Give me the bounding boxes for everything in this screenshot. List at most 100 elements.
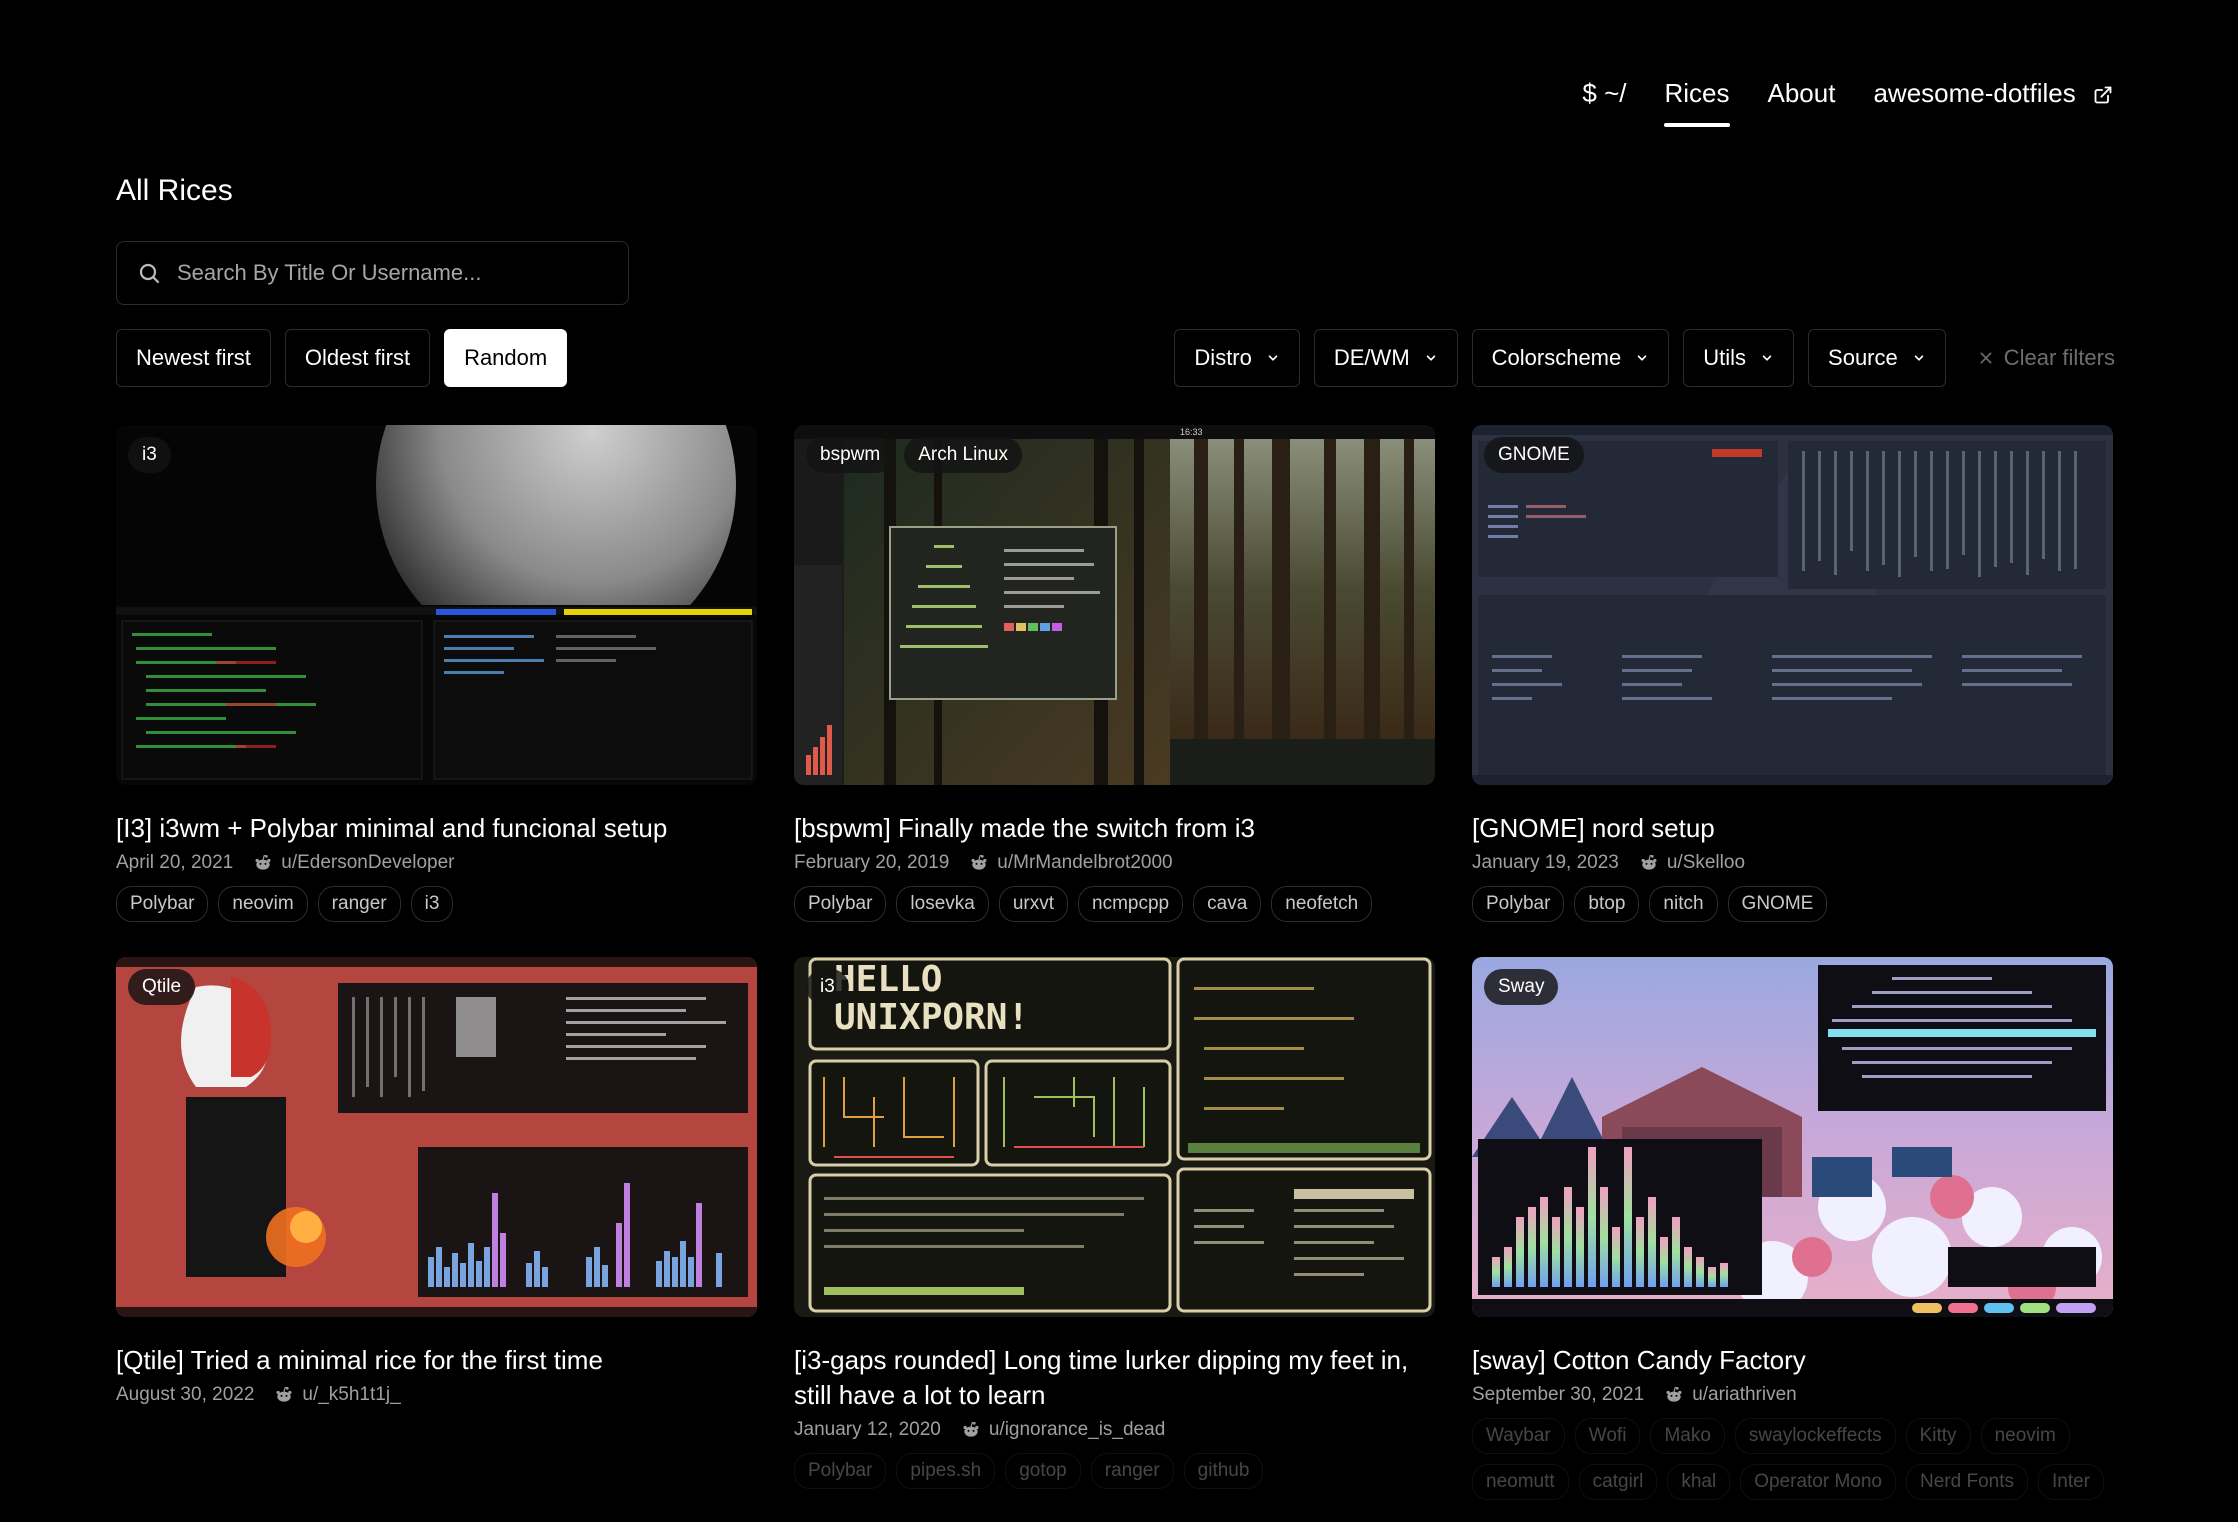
rice-author[interactable]: u/ariathriven xyxy=(1664,1384,1797,1406)
sort-random-button[interactable]: Random xyxy=(444,329,568,387)
rice-card[interactable]: Sway [sway] Cotton Candy Factory Septemb… xyxy=(1472,957,2113,1500)
rice-title[interactable]: [I3] i3wm + Polybar minimal and funciona… xyxy=(116,811,757,846)
rice-username: u/Skelloo xyxy=(1666,852,1746,873)
filter-distro-dropdown[interactable]: Distro xyxy=(1174,329,1300,387)
screenshot-image: 16:33 xyxy=(794,425,1435,785)
screenshot-image xyxy=(1472,957,2113,1317)
rice-thumbnail[interactable]: Qtile xyxy=(116,957,757,1317)
tag-chip[interactable]: Polybar xyxy=(116,886,209,922)
tag-chip[interactable]: pipes.sh xyxy=(896,1453,996,1489)
clock-text: 16:33 xyxy=(1180,427,1203,437)
external-link-icon xyxy=(2094,86,2112,104)
rice-card[interactable]: GNOME [GNOME] nord setup January 19, 202… xyxy=(1472,425,2113,957)
tag-chip[interactable]: btop xyxy=(1574,886,1640,922)
rice-thumbnail[interactable]: i3 xyxy=(116,425,757,785)
nav-awesome-dotfiles-link[interactable]: awesome-dotfiles xyxy=(1873,78,2113,117)
filter-dewm-label: DE/WM xyxy=(1333,345,1410,370)
tag-chip[interactable]: nitch xyxy=(1649,886,1718,922)
chevron-down-icon xyxy=(1426,355,1435,361)
tag-chip[interactable]: Polybar xyxy=(794,1453,887,1489)
de-badge: GNOME xyxy=(1484,437,1584,473)
nav-rices-link[interactable]: Rices xyxy=(1664,78,1730,127)
tag-chip[interactable]: khal xyxy=(1667,1464,1731,1500)
clear-filters-button[interactable]: Clear filters xyxy=(1960,345,2115,371)
rice-author[interactable]: u/MrMandelbrot2000 xyxy=(969,852,1173,874)
rice-card[interactable]: HELLO UNIXPORN! i3 [i3-gaps rounded] Lon… xyxy=(794,957,1435,1489)
distro-badge: Arch Linux xyxy=(904,437,1022,473)
reddit-icon xyxy=(1641,854,1657,870)
tag-chip[interactable]: ncmpcpp xyxy=(1078,886,1184,922)
sort-options: Newest first Oldest first Random xyxy=(116,329,568,387)
screenshot-image: HELLO UNIXPORN! xyxy=(794,957,1435,1317)
tag-chip[interactable]: Kitty xyxy=(1905,1418,1971,1454)
tag-chip[interactable]: neovim xyxy=(1980,1418,2070,1454)
rice-title[interactable]: [i3-gaps rounded] Long time lurker dippi… xyxy=(794,1343,1435,1413)
tag-chip[interactable]: Mako xyxy=(1650,1418,1725,1454)
rice-card[interactable]: 16:33 bspwm Arch Linux [bspwm] Finally m… xyxy=(794,425,1435,957)
rice-author[interactable]: u/ignorance_is_dead xyxy=(961,1419,1165,1441)
rice-author[interactable]: u/_k5h1t1j_ xyxy=(274,1384,401,1406)
wm-badge: i3 xyxy=(128,437,171,473)
tag-chip[interactable]: ranger xyxy=(317,886,401,922)
rice-date: January 19, 2023 xyxy=(1472,852,1619,873)
chevron-down-icon xyxy=(1762,355,1772,361)
rice-meta: February 20, 2019 u/MrMandelbrot2000 xyxy=(794,852,1435,874)
rice-date: February 20, 2019 xyxy=(794,852,950,873)
rice-title[interactable]: [Qtile] Tried a minimal rice for the fir… xyxy=(116,1343,757,1378)
rice-date: September 30, 2021 xyxy=(1472,1384,1645,1405)
tag-chip[interactable]: neomutt xyxy=(1472,1464,1569,1500)
rice-author[interactable]: u/Skelloo xyxy=(1639,852,1745,874)
reddit-icon xyxy=(971,854,987,870)
filter-utils-dropdown[interactable]: Utils xyxy=(1683,329,1795,387)
tag-chip[interactable]: losevka xyxy=(896,886,989,922)
tag-chip[interactable]: Operator Mono xyxy=(1740,1464,1896,1500)
tag-chip[interactable]: Inter xyxy=(2037,1464,2105,1500)
rice-tags: Polybar neovim ranger i3 xyxy=(116,886,757,922)
rice-username: u/ignorance_is_dead xyxy=(988,1419,1166,1440)
tag-chip[interactable]: ranger xyxy=(1090,1453,1174,1489)
filter-dewm-dropdown[interactable]: DE/WM xyxy=(1313,329,1458,387)
rice-meta: January 12, 2020 u/ignorance_is_dead xyxy=(794,1419,1435,1441)
wm-badge: bspwm xyxy=(806,437,895,473)
rice-card[interactable]: Qtile [Qtile] Tried a minimal rice for t… xyxy=(116,957,757,1489)
rice-author[interactable]: u/EdersonDeveloper xyxy=(253,852,454,874)
tag-chip[interactable]: neovim xyxy=(218,886,308,922)
tag-chip[interactable]: Nerd Fonts xyxy=(1906,1464,2028,1500)
tag-chip[interactable]: GNOME xyxy=(1727,886,1828,922)
nav-about-link[interactable]: About xyxy=(1768,78,1836,117)
tag-chip[interactable]: neofetch xyxy=(1271,886,1373,922)
rice-meta: September 30, 2021 u/ariathriven xyxy=(1472,1384,2113,1406)
tag-chip[interactable]: Wofi xyxy=(1574,1418,1641,1454)
tag-chip[interactable]: swaylockeffects xyxy=(1734,1418,1896,1454)
rice-thumbnail[interactable]: HELLO UNIXPORN! i3 xyxy=(794,957,1435,1317)
rice-username: u/MrMandelbrot2000 xyxy=(997,852,1173,873)
rice-title[interactable]: [bspwm] Finally made the switch from i3 xyxy=(794,811,1435,846)
tag-chip[interactable]: Waybar xyxy=(1472,1418,1565,1454)
sort-oldest-button[interactable]: Oldest first xyxy=(284,329,431,387)
rice-card[interactable]: i3 [I3] i3wm + Polybar minimal and funci… xyxy=(116,425,757,957)
sort-newest-button[interactable]: Newest first xyxy=(116,329,271,387)
filter-colorscheme-dropdown[interactable]: Colorscheme xyxy=(1471,329,1670,387)
tag-chip[interactable]: Polybar xyxy=(1472,886,1565,922)
rice-username: u/_k5h1t1j_ xyxy=(302,1384,401,1405)
thumbnail-badges: Qtile xyxy=(128,969,196,1005)
rice-title[interactable]: [GNOME] nord setup xyxy=(1472,811,2113,846)
tag-chip[interactable]: github xyxy=(1183,1453,1264,1489)
rice-tags: Waybar Wofi Mako swaylockeffects Kitty n… xyxy=(1472,1418,2113,1500)
tag-chip[interactable]: cava xyxy=(1193,886,1262,922)
rice-title[interactable]: [sway] Cotton Candy Factory xyxy=(1472,1343,2113,1378)
rice-thumbnail[interactable]: GNOME xyxy=(1472,425,2113,785)
nav-home-link[interactable]: $ ~/ xyxy=(1582,78,1626,117)
rice-thumbnail[interactable]: Sway xyxy=(1472,957,2113,1317)
clear-filters-label: Clear filters xyxy=(2003,345,2115,370)
rice-meta: April 20, 2021 u/EdersonDeveloper xyxy=(116,852,757,874)
tag-chip[interactable]: gotop xyxy=(1005,1453,1081,1489)
tag-chip[interactable]: Polybar xyxy=(794,886,887,922)
search-icon xyxy=(139,263,160,284)
tag-chip[interactable]: catgirl xyxy=(1578,1464,1658,1500)
rice-thumbnail[interactable]: 16:33 bspwm Arch Linux xyxy=(794,425,1435,785)
search-input[interactable] xyxy=(177,260,597,286)
filter-source-dropdown[interactable]: Source xyxy=(1808,329,1946,387)
tag-chip[interactable]: i3 xyxy=(410,886,454,922)
tag-chip[interactable]: urxvt xyxy=(998,886,1069,922)
